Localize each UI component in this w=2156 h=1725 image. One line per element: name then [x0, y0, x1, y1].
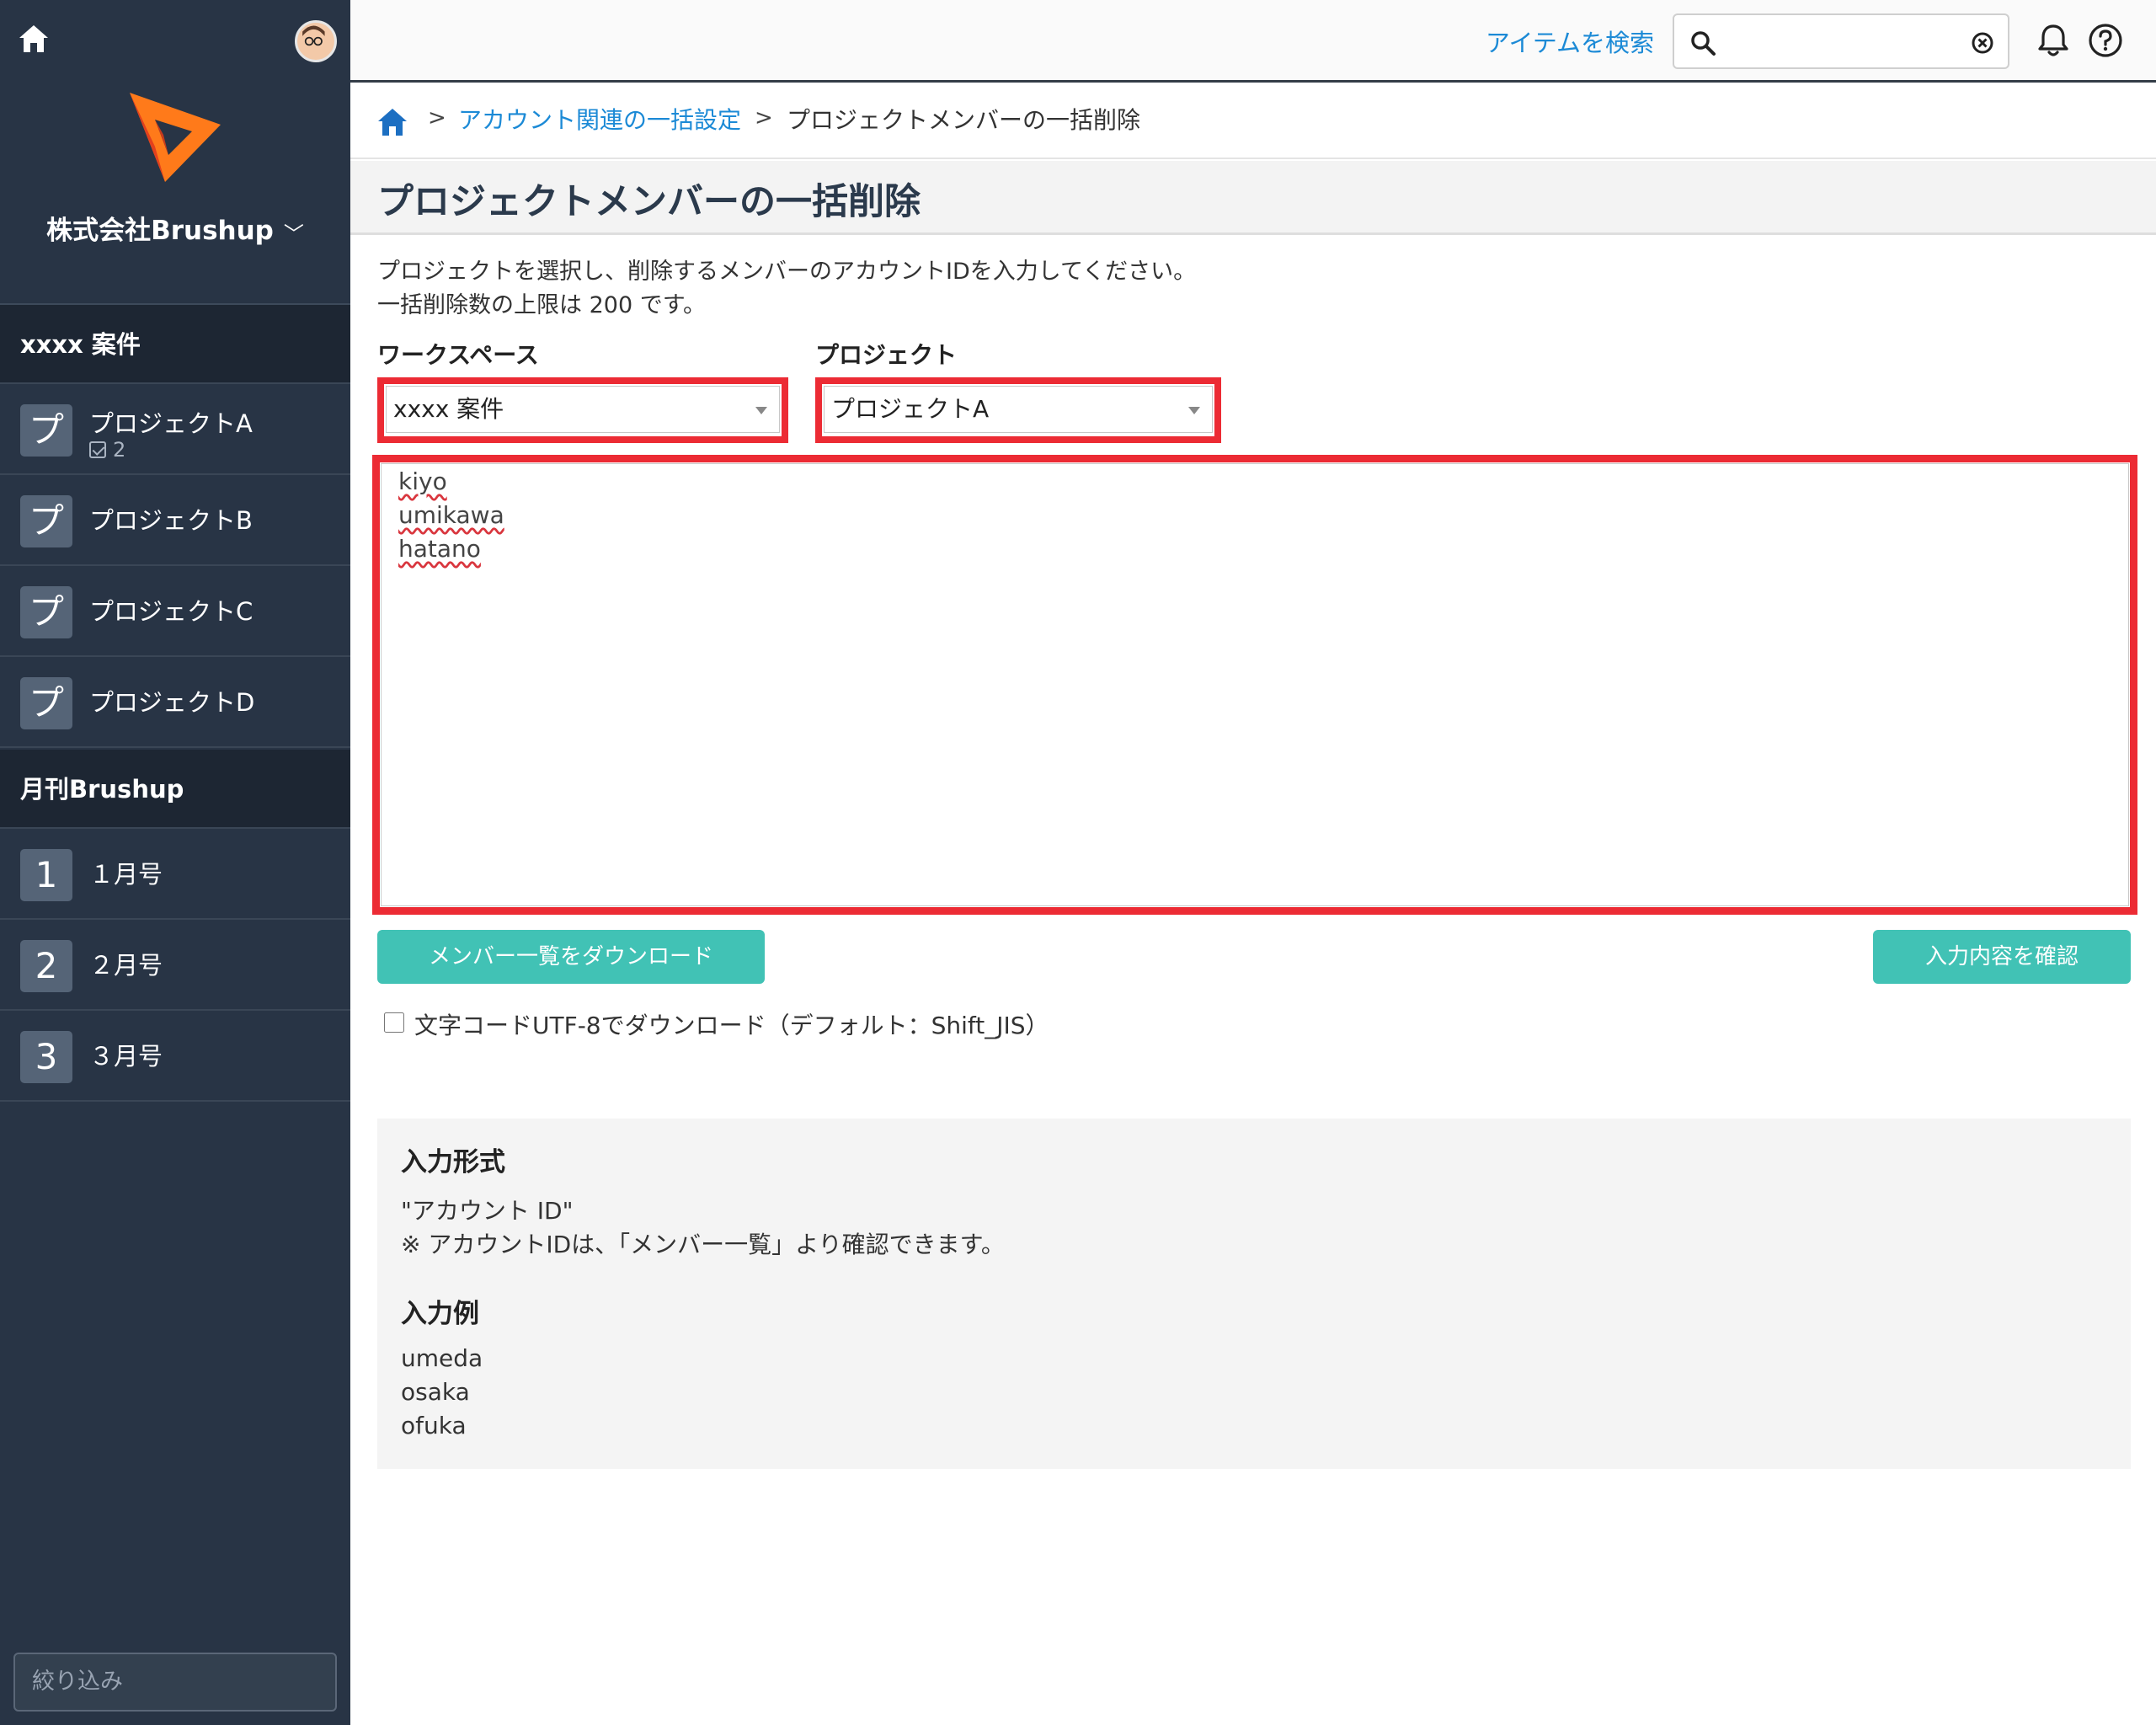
user-avatar[interactable]	[295, 20, 337, 62]
format-heading: 入力形式	[401, 1147, 505, 1178]
project-select[interactable]: プロジェクトA	[824, 386, 1213, 433]
description-line: プロジェクトを選択し、削除するメンバーのアカウントIDを入力してください。	[377, 259, 1197, 285]
search-input[interactable]	[1726, 22, 1962, 61]
breadcrumb-separator: >	[428, 105, 446, 131]
example-line: ofuka	[401, 1412, 467, 1439]
project-badge: 2	[20, 940, 72, 992]
account-id-line: umikawa	[398, 501, 504, 529]
account-id-line: kiyo	[398, 467, 447, 495]
project-label: ２月号	[89, 951, 163, 980]
project-badge: プ	[20, 677, 72, 729]
sidebar-item-project-b[interactable]: プ プロジェクトB	[0, 475, 350, 566]
caret-down-icon	[755, 407, 767, 414]
sidebar: 株式会社Brushup ﹀ xxxx 案件 プ プロジェクトA 2 プ プロジェク…	[0, 0, 350, 1725]
input-format-info: 入力形式 "アカウント ID" ※ アカウントIDは、「メンバー一覧」より確認で…	[377, 1119, 2131, 1469]
search-box[interactable]	[1673, 13, 2009, 69]
home-icon[interactable]	[17, 22, 51, 56]
title-bar: プロジェクトメンバーの一括削除	[350, 161, 2156, 235]
project-select-value: プロジェクトA	[831, 395, 990, 423]
example-line: umeda	[401, 1344, 483, 1372]
caret-down-icon	[1188, 407, 1200, 414]
example-heading: 入力例	[401, 1299, 479, 1329]
brushup-logo-icon	[130, 93, 221, 182]
workspace-header[interactable]: 月刊Brushup	[0, 750, 350, 829]
project-label: プロジェクトA	[89, 409, 253, 438]
sidebar-item-issue-2[interactable]: 2 ２月号	[0, 920, 350, 1011]
clear-icon[interactable]	[1971, 31, 1994, 55]
item-search-link[interactable]: アイテムを検索	[1486, 24, 1654, 59]
workspace-select[interactable]: xxxx 案件	[386, 386, 780, 433]
workspace-group: xxxx 案件 プ プロジェクトA 2 プ プロジェクトB プ プロジェクトC …	[0, 305, 350, 748]
breadcrumb: > アカウント関連の一括設定 > プロジェクトメンバーの一括削除	[350, 85, 2156, 159]
confirm-input-button[interactable]: 入力内容を確認	[1873, 930, 2131, 984]
sidebar-item-project-a[interactable]: プ プロジェクトA 2	[0, 384, 350, 475]
sidebar-item-issue-1[interactable]: 1 １月号	[0, 829, 350, 920]
breadcrumb-current: プロジェクトメンバーの一括削除	[787, 106, 1141, 134]
workspace-group: 月刊Brushup 1 １月号 2 ２月号 3 ３月号	[0, 750, 350, 1102]
workspace-select-value: xxxx 案件	[393, 395, 504, 423]
project-badge: プ	[20, 495, 72, 547]
help-icon[interactable]	[2087, 22, 2124, 59]
project-badge: プ	[20, 404, 72, 457]
page-title: プロジェクトメンバーの一括削除	[377, 181, 921, 223]
project-label: ３月号	[89, 1042, 163, 1071]
project-label: プロジェクトC	[89, 597, 253, 626]
chevron-down-icon: ﹀	[283, 222, 304, 246]
project-label: プロジェクト	[815, 341, 958, 369]
utf8-checkbox[interactable]	[384, 1012, 404, 1033]
task-count: 2	[89, 438, 125, 462]
project-badge: プ	[20, 586, 72, 638]
workspace-header[interactable]: xxxx 案件	[0, 305, 350, 384]
project-label: プロジェクトB	[89, 506, 253, 535]
top-bar: アイテムを検索	[350, 0, 2156, 83]
format-line: "アカウント ID"	[401, 1197, 574, 1225]
checkbox-icon	[89, 441, 106, 458]
company-name: 株式会社Brushup	[46, 216, 274, 246]
sidebar-item-project-d[interactable]: プ プロジェクトD	[0, 657, 350, 748]
project-label: プロジェクトD	[89, 688, 255, 717]
example-line: osaka	[401, 1378, 470, 1406]
utf8-label: 文字コードUTF-8でダウンロード（デフォルト：Shift_JIS）	[414, 1012, 1049, 1039]
breadcrumb-separator: >	[755, 105, 773, 131]
description-line: 一括削除数の上限は 200 です。	[377, 292, 706, 318]
search-icon	[1691, 31, 1716, 56]
sidebar-item-project-c[interactable]: プ プロジェクトC	[0, 566, 350, 657]
project-badge: 1	[20, 849, 72, 901]
home-icon[interactable]	[376, 105, 409, 139]
sidebar-filter-input[interactable]: 絞り込み	[13, 1653, 337, 1712]
account-id-textarea[interactable]: kiyo umikawa hatano	[381, 463, 2129, 906]
breadcrumb-link[interactable]: アカウント関連の一括設定	[458, 102, 741, 136]
company-switcher[interactable]: 株式会社Brushup ﹀	[0, 209, 350, 251]
project-label: １月号	[89, 860, 163, 889]
download-members-button[interactable]: メンバー一覧をダウンロード	[377, 930, 765, 984]
format-line: ※ アカウントIDは、「メンバー一覧」より確認できます。	[401, 1231, 1005, 1258]
workspace-label: ワークスペース	[377, 341, 539, 369]
bell-icon[interactable]	[2035, 22, 2072, 59]
account-id-line: hatano	[398, 535, 481, 563]
project-badge: 3	[20, 1031, 72, 1083]
sidebar-item-issue-3[interactable]: 3 ３月号	[0, 1011, 350, 1102]
